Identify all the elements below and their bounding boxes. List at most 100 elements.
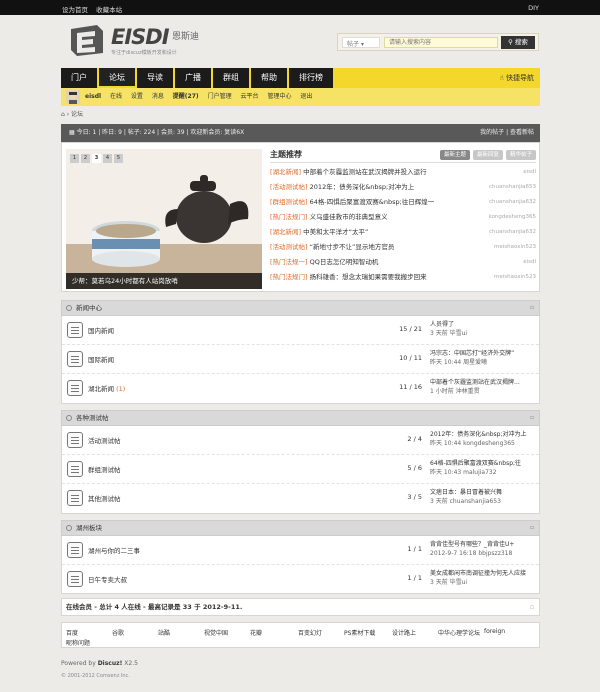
online-members-bar[interactable]: 在线会员 - 总计 4 人在线 - 最高记录是 33 于 2012-9-11. … <box>61 598 540 616</box>
topic-row[interactable]: [热门法规门] 扬科雄香：想念太瑞如果需要我搬步回来 meishaoxin523 <box>270 271 536 284</box>
forum-row[interactable]: 湖北新闻 (1) 11 / 16 中部着个灰霾监测站在武汉揭牌... 1 小时前 … <box>62 374 539 403</box>
forum-name[interactable]: 其他测试帖 <box>88 493 121 503</box>
collapse-icon[interactable]: ▫ <box>530 411 534 425</box>
friend-link[interactable]: 中华心理学论坛 <box>438 628 480 637</box>
forum-icon <box>67 322 83 338</box>
userbar-messages[interactable]: 消息 <box>152 93 164 100</box>
friend-link[interactable]: 谷歌 <box>112 628 124 637</box>
forum-last-post[interactable]: 2012年：债务深化&nbsp;对冲为上 昨天 10:44 kongdesheng… <box>430 430 538 448</box>
section-toggle-icon[interactable] <box>66 525 72 531</box>
search-type-select[interactable]: 帖子 ▾ <box>342 37 380 48</box>
userbar-portal-admin[interactable]: 门户管理 <box>208 93 232 100</box>
tab-latest-replies[interactable]: 最新回复 <box>472 150 503 160</box>
nav-item-ranking[interactable]: 排行榜 <box>289 68 333 88</box>
friend-link[interactable]: 百变幻灯 <box>298 628 322 637</box>
userbar-settings[interactable]: 设置 <box>131 93 143 100</box>
footer-powered: Powered by Discuz! X2.5 <box>61 660 138 667</box>
userbar-logout[interactable]: 退出 <box>300 93 312 100</box>
online-stats: 在线会员 - 总计 4 人在线 - 最高记录是 33 于 2012-9-11. <box>66 603 243 611</box>
forum-name[interactable]: 日午专卖大叔 <box>88 574 127 584</box>
slideshow-pager: 12345 <box>70 153 125 163</box>
tab-latest-topics[interactable]: 最新主题 <box>439 150 470 160</box>
avatar[interactable] <box>66 90 80 104</box>
friend-link[interactable]: 花瓣 <box>250 628 262 637</box>
slide-page-2[interactable]: 2 <box>81 154 90 163</box>
userbar-cloud[interactable]: 云平台 <box>241 93 259 100</box>
friend-link[interactable]: 昵称问题 <box>66 638 90 647</box>
forum-last-post[interactable]: 美女成都闲市南调征撞为何无人应接 3 天前 毕雪ui <box>430 569 538 587</box>
forum-name[interactable]: 群组测试帖 <box>88 464 121 474</box>
forum-last-post[interactable]: 人员得了 3 天前 毕雪ui <box>430 320 538 338</box>
search-input[interactable] <box>384 37 498 48</box>
quick-nav-button[interactable]: ☝ 快捷导航 <box>500 68 535 88</box>
section-title[interactable]: 新闻中心 <box>76 304 102 312</box>
section-title[interactable]: 各种测试帖 <box>76 414 109 422</box>
collapse-icon[interactable]: ▫ <box>530 301 534 315</box>
forum-count: 1 / 1 <box>407 574 422 582</box>
forum-row[interactable]: 活动测试帖 2 / 4 2012年：债务深化&nbsp;对冲为上 昨天 10:44… <box>62 426 539 455</box>
forum-name[interactable]: 活动测试帖 <box>88 435 121 445</box>
diy-link[interactable]: DIY <box>528 4 539 12</box>
topic-row[interactable]: [热门法规门] 义乌盛佳救市的非典型意义 kongdesheng365 <box>270 211 536 224</box>
breadcrumb-forum[interactable]: 论坛 <box>71 111 83 118</box>
nav-item-help[interactable]: 帮助 <box>251 68 287 88</box>
topic-row[interactable]: [活动测试帖] 2012年：债务深化&nbsp;对冲为上 chuanshanjia… <box>270 181 536 194</box>
slide-page-4[interactable]: 4 <box>103 154 112 163</box>
forum-row[interactable]: 国内新闻 15 / 21 人员得了 3 天前 毕雪ui <box>62 316 539 345</box>
friend-link[interactable]: PS素材下载 <box>344 628 375 637</box>
collapse-icon[interactable]: ▫ <box>530 521 534 535</box>
forum-last-post[interactable]: 文痞日本：暴日冒着被兴舞 3 天前 chuanshanjia653 <box>430 488 538 506</box>
section-header-huzhou: 湖州板块 ▫ <box>61 520 540 536</box>
friend-link[interactable]: 百度 <box>66 628 78 637</box>
nav-item-group[interactable]: 群组 <box>213 68 249 88</box>
section-title[interactable]: 湖州板块 <box>76 524 102 532</box>
forum-name[interactable]: 国际新闻 <box>88 354 114 364</box>
collapse-icon[interactable]: ▫ <box>530 599 534 616</box>
slideshow-caption[interactable]: 少帮：莫若乌24小时都有人站岗放哨 <box>66 273 262 289</box>
topic-row[interactable]: [湖北新闻] 中美和太平洋才“太平” chuanshanjia632 <box>270 226 536 239</box>
friend-link[interactable]: 视觉中国 <box>204 628 228 637</box>
forum-row[interactable]: 日午专卖大叔 1 / 1 美女成都闲市南调征撞为何无人应接 3 天前 毕雪ui <box>62 565 539 594</box>
slide-page-1[interactable]: 1 <box>70 154 79 163</box>
friend-link[interactable]: 设计路上 <box>392 628 416 637</box>
search-button[interactable]: ⚲ 搜索 <box>501 36 535 49</box>
nav-item-portal[interactable]: 门户 <box>61 68 97 88</box>
topic-row[interactable]: [群组测试帖] 64格-四惧后聚富渡双赛&nbsp;往日辉煌一 chuanshan… <box>270 196 536 209</box>
forum-last-post[interactable]: 64格-四惧后聚富渡双赛&nbsp;往 昨天 10:43 malujia732 <box>430 459 538 477</box>
friend-link[interactable]: foreign <box>484 628 505 635</box>
section-toggle-icon[interactable] <box>66 305 72 311</box>
forum-name[interactable]: 湖州与你的二三事 <box>88 545 140 555</box>
forum-last-post[interactable]: 中部着个灰霾监测站在武汉揭牌... 1 小时前 沖林重贯 <box>430 378 538 396</box>
forum-row[interactable]: 其他测试帖 3 / 5 文痞日本：暴日冒着被兴舞 3 天前 chuanshanji… <box>62 484 539 513</box>
slideshow[interactable]: 12345 少帮：莫若乌24小时都有人站岗放哨 <box>66 149 262 289</box>
tab-digest[interactable]: 精华帖子 <box>505 150 536 160</box>
topic-row[interactable]: [湖北新闻] 中部着个灰霾监测站在武汉揭牌并投入运行 eisdl <box>270 166 536 179</box>
forum-name[interactable]: 湖北新闻 (1) <box>88 383 125 393</box>
topic-row[interactable]: [热门法规一] QQ日志怎亿明知智动机 eisdl <box>270 256 536 269</box>
slide-page-5[interactable]: 5 <box>114 154 123 163</box>
nav-item-guide[interactable]: 导读 <box>137 68 173 88</box>
username-link[interactable]: eisdl <box>85 93 101 100</box>
userbar-admin-center[interactable]: 管理中心 <box>267 93 291 100</box>
forum-last-post[interactable]: 背背佳型号有哪些？_背背佳U+ 2012-9-7 16:18 bbjpszz318 <box>430 540 538 558</box>
my-posts-links[interactable]: 我的帖子 | 查看新帖 <box>480 124 534 142</box>
forum-row[interactable]: 湖州与你的二三事 1 / 1 背背佳型号有哪些？_背背佳U+ 2012-9-7 1… <box>62 536 539 565</box>
forum-name[interactable]: 国内新闻 <box>88 325 114 335</box>
nav-item-broadcast[interactable]: 广播 <box>175 68 211 88</box>
forum-row[interactable]: 国际新闻 10 / 11 冯宗志：中国芯打“经济外交牌” 昨天 10:44 周星爱… <box>62 345 539 374</box>
userbar-online[interactable]: 在线 <box>110 93 122 100</box>
set-home-link[interactable]: 设为首页 <box>62 6 88 14</box>
friend-link[interactable]: 站酷 <box>158 628 170 637</box>
bookmark-link[interactable]: 收藏本站 <box>96 6 122 14</box>
slide-page-3[interactable]: 3 <box>92 154 101 163</box>
home-icon[interactable]: ⌂ <box>61 111 65 118</box>
userbar-notifications[interactable]: 提醒(27) <box>173 93 199 100</box>
forum-last-post[interactable]: 冯宗志：中国芯打“经济外交牌” 昨天 10:44 周星爱曦 <box>430 349 538 367</box>
topic-row[interactable]: [活动测试帖] “新地寸步不让”显示地方官员 meishaoxin523 <box>270 241 536 254</box>
forum-row[interactable]: 群组测试帖 5 / 6 64格-四惧后聚富渡双赛&nbsp;往 昨天 10:43 … <box>62 455 539 484</box>
section-toggle-icon[interactable] <box>66 415 72 421</box>
logo-icon[interactable] <box>67 23 107 57</box>
nav-item-forum[interactable]: 论坛 <box>99 68 135 88</box>
slideshow-image <box>66 149 262 289</box>
discuz-link[interactable]: Discuz! <box>98 660 123 667</box>
